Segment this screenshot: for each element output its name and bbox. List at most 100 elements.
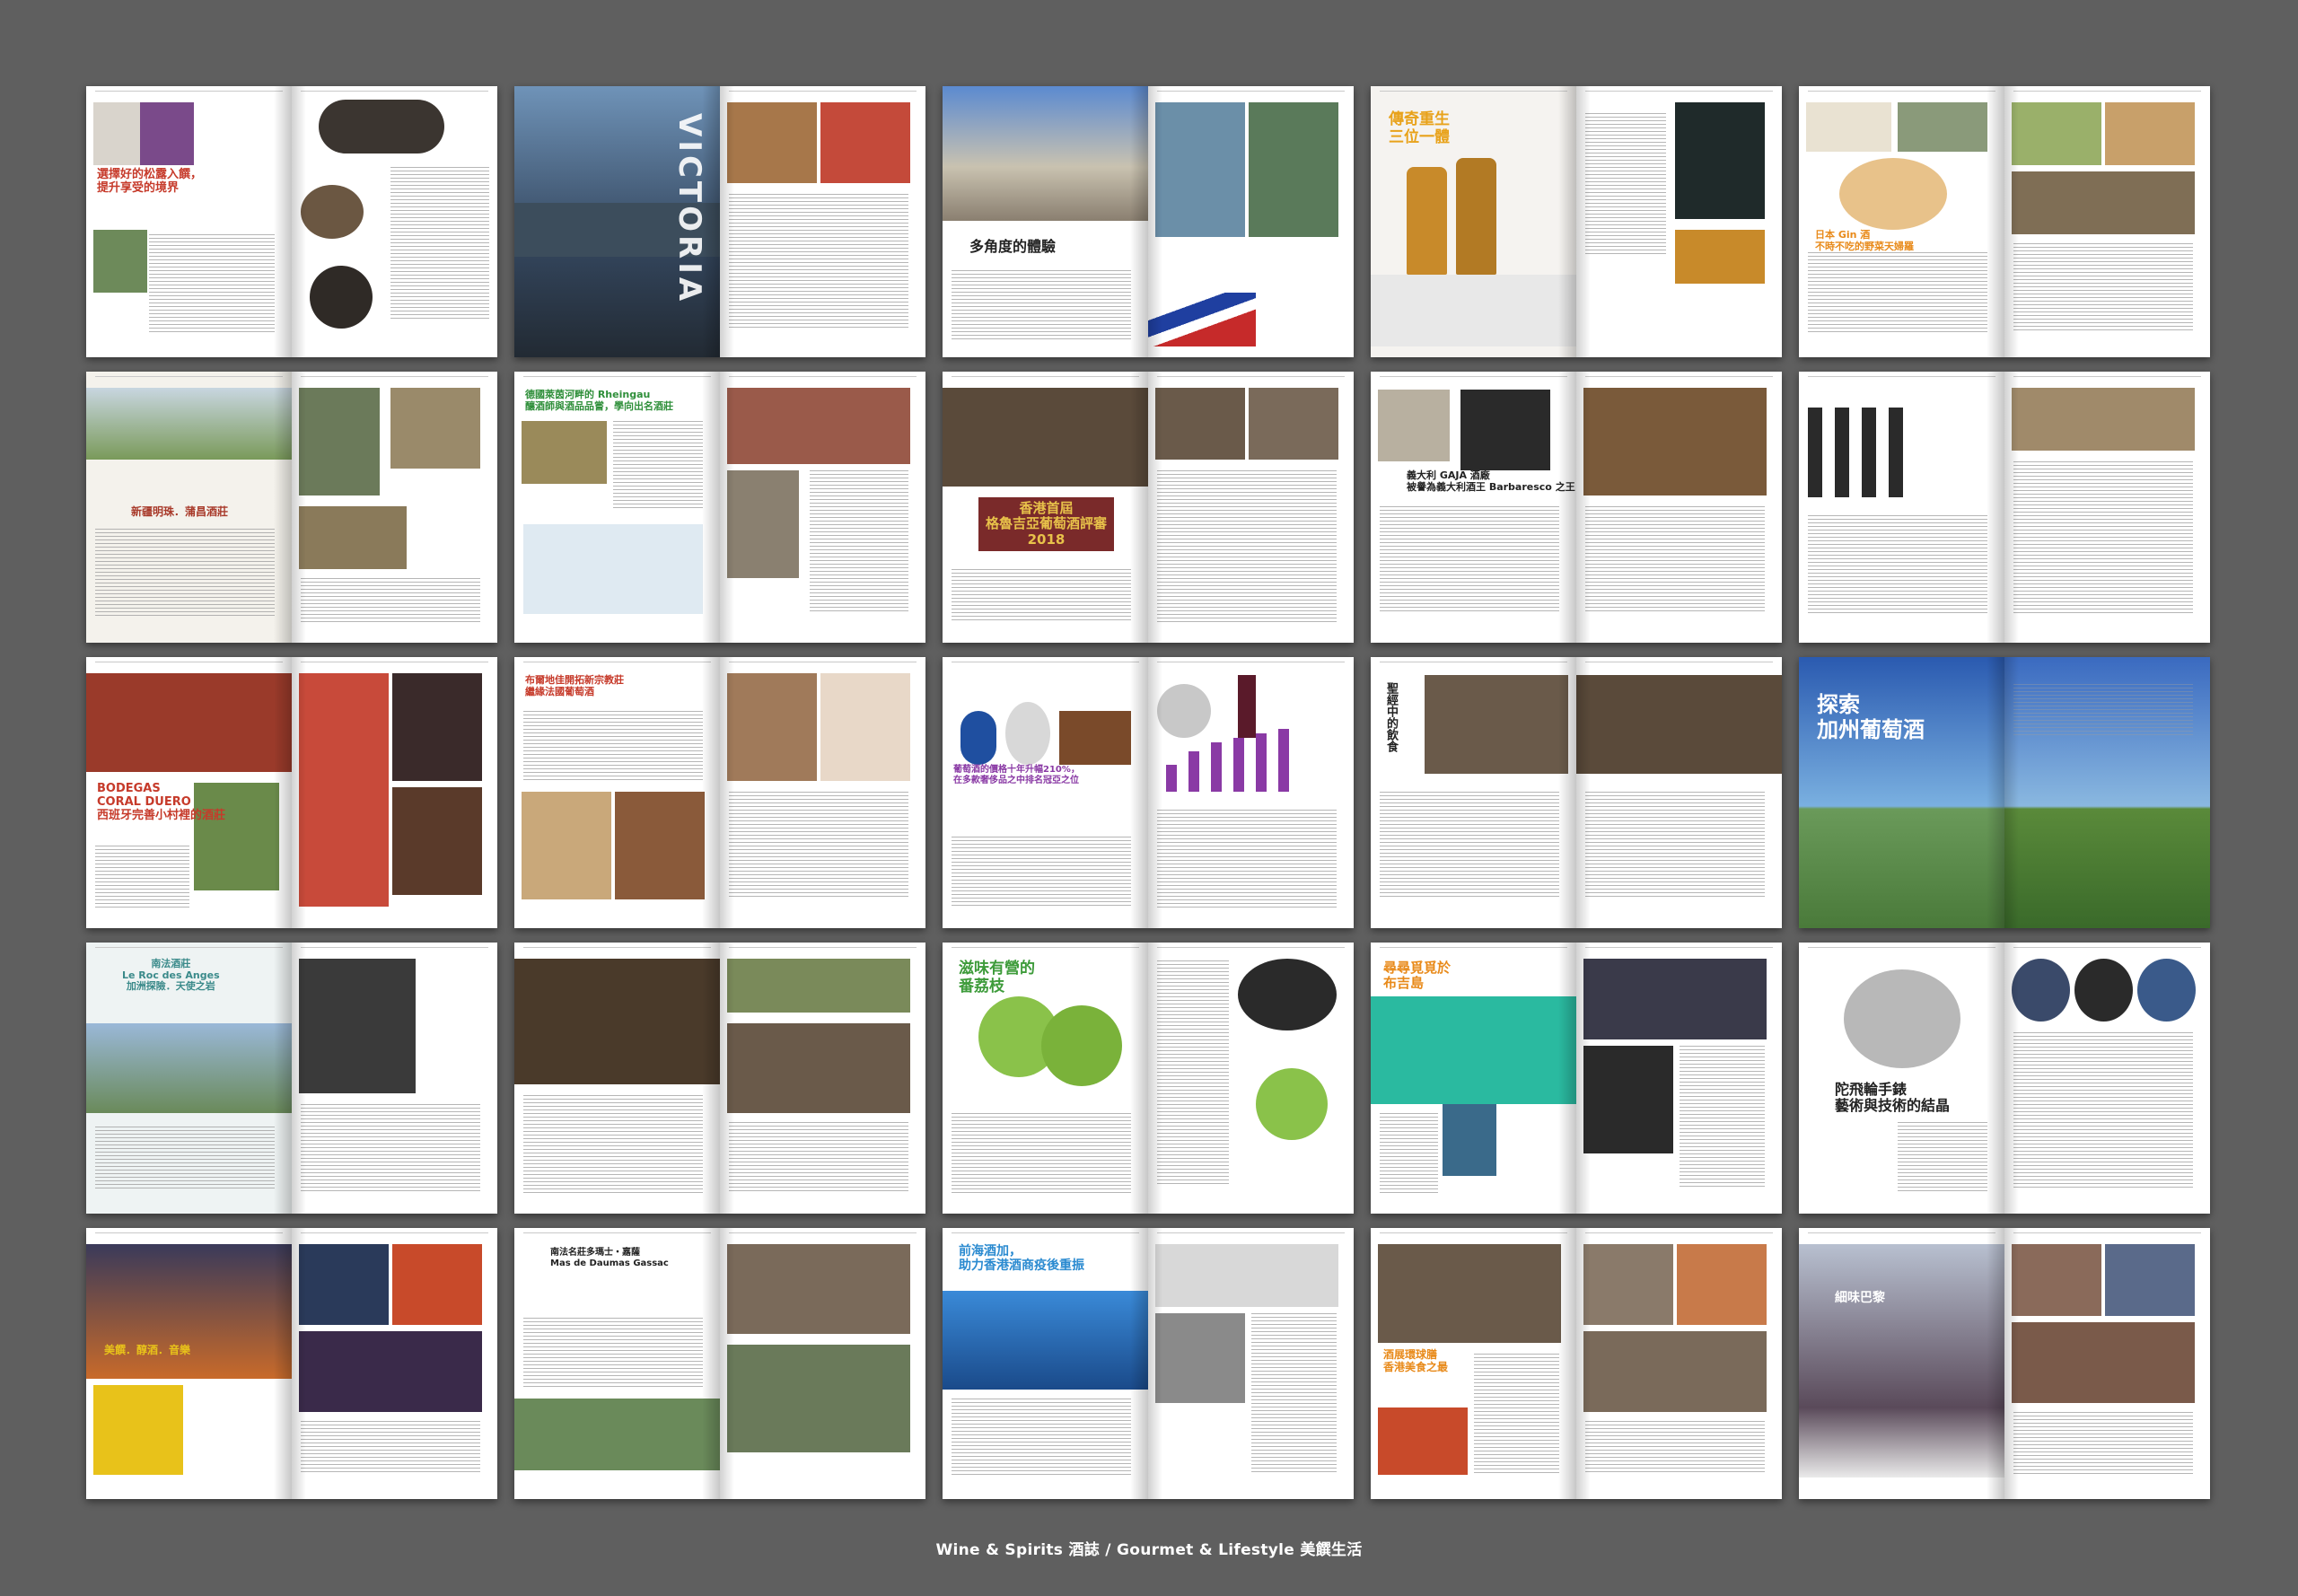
magazine-spread: 前海酒加， 助力香港酒商疫後重振 xyxy=(943,1228,1354,1499)
page-header-rule xyxy=(95,947,283,950)
page-photo xyxy=(1576,675,1782,774)
page-header-rule xyxy=(1585,91,1773,93)
page-header-rule xyxy=(2013,947,2201,950)
page-photo xyxy=(1378,1407,1468,1475)
article-body-text xyxy=(952,1399,1131,1475)
left-page: 細味巴黎 xyxy=(1799,1228,2004,1499)
magazine-spread: 美饌．醇酒．音樂 xyxy=(86,1228,497,1499)
page-photo xyxy=(727,673,817,781)
page-header-rule xyxy=(1380,947,1567,950)
page-photo xyxy=(299,506,407,569)
page-photo xyxy=(615,792,705,899)
page-photo xyxy=(2137,959,2196,1022)
article-headline: 探索 加州葡萄酒 xyxy=(1817,692,1925,742)
article-headline: VICTORIA xyxy=(671,113,708,305)
magazine-spread: 香港首屆 格魯吉亞葡萄酒評審 2018 xyxy=(943,372,1354,643)
article-body-text xyxy=(2013,243,2193,333)
right-page xyxy=(2004,86,2210,357)
article-body-text xyxy=(95,846,189,908)
article-body-text xyxy=(952,569,1131,623)
page-header-rule xyxy=(2013,376,2201,379)
page-header-rule xyxy=(1380,376,1567,379)
page-photo xyxy=(727,102,817,183)
left-page: 多角度的體驗 xyxy=(943,86,1148,357)
page-photo xyxy=(1059,711,1131,765)
page-photo xyxy=(2105,1244,2195,1316)
article-headline: 德國萊茵河畔的 Rheingau 釀酒師與酒品品嘗，學向出名酒莊 xyxy=(525,389,673,412)
page-header-rule xyxy=(952,947,1139,950)
article-body-text xyxy=(1474,1354,1559,1475)
article-headline: 多角度的體驗 xyxy=(969,238,1057,255)
article-headline: 義大利 GAJA 酒廠 被譽為義大利酒王 Barbaresco 之王 xyxy=(1407,469,1575,493)
right-page xyxy=(292,86,497,357)
page-photo xyxy=(1249,102,1338,237)
left-page: 聖經中的飲食 xyxy=(1371,657,1576,928)
page-photo xyxy=(1278,729,1289,792)
page-header-rule xyxy=(523,662,711,664)
right-page xyxy=(2004,657,2210,928)
page-header-rule xyxy=(1808,1232,1995,1235)
page-header-rule xyxy=(95,376,283,379)
left-page: 選擇好的松露入饌， 提升享受的境界 xyxy=(86,86,292,357)
page-photo xyxy=(1835,408,1849,497)
page-header-rule xyxy=(523,947,711,950)
magazine-spread: VICTORIA xyxy=(514,86,925,357)
magazine-spread: 多角度的體驗 xyxy=(943,86,1354,357)
page-photo xyxy=(1808,408,1822,497)
page-photo xyxy=(2012,1322,2195,1403)
article-body-text xyxy=(1157,960,1229,1185)
page-photo xyxy=(727,1244,910,1334)
magazine-spread: 南法酒莊 Le Roc des Anges 加洲探險．天使之岩 xyxy=(86,943,497,1214)
page-header-rule xyxy=(1585,947,1773,950)
article-body-text xyxy=(2013,1412,2193,1475)
left-page: 南法名莊多瑪士・嘉薩 Mas de Daumas Gassac xyxy=(514,1228,720,1499)
page-photo xyxy=(299,673,389,907)
page-header-rule xyxy=(1585,1232,1773,1235)
page-header-rule xyxy=(952,662,1139,664)
page-photo xyxy=(86,673,292,772)
magazine-spread: BODEGAS CORAL DUERO 西班牙完善小村裡的酒莊 xyxy=(86,657,497,928)
page-photo xyxy=(522,792,611,899)
page-photo xyxy=(1460,390,1550,470)
page-photo xyxy=(943,1291,1148,1390)
article-headline: 布爾地佳開拓新宗教莊 繼緣法國葡萄酒 xyxy=(525,674,624,697)
page-photo xyxy=(299,959,416,1093)
article-body-text xyxy=(1808,252,1987,333)
right-page xyxy=(2004,943,2210,1214)
right-page xyxy=(1576,943,1782,1214)
article-headline: 滋味有營的 番荔枝 xyxy=(959,960,1035,995)
left-page xyxy=(514,943,720,1214)
article-body-text xyxy=(1251,1313,1337,1475)
page-header-rule xyxy=(1380,91,1567,93)
right-page xyxy=(1148,1228,1354,1499)
article-body-text xyxy=(1680,1046,1765,1189)
article-headline: 美饌．醇酒．音樂 xyxy=(104,1344,191,1356)
page-photo xyxy=(1256,733,1267,792)
page-photo xyxy=(1155,388,1245,460)
left-page: 布爾地佳開拓新宗教莊 繼緣法國葡萄酒 xyxy=(514,657,720,928)
page-photo xyxy=(2012,1244,2101,1316)
magazine-spread: 德國萊茵河畔的 Rheingau 釀酒師與酒品品嘗，學向出名酒莊 xyxy=(514,372,925,643)
magazine-spread-grid: 選擇好的松露入饌， 提升享受的境界 VICTORIA 多角度的體驗 傳奇重生 三位一體… xyxy=(86,86,2212,1513)
right-page xyxy=(720,86,925,357)
page-photo xyxy=(820,102,910,183)
article-body-text xyxy=(523,711,703,783)
page-photo xyxy=(390,388,480,469)
page-photo xyxy=(1371,275,1576,346)
page-photo xyxy=(1898,102,1987,152)
page-photo xyxy=(1844,969,1960,1068)
right-page xyxy=(292,943,497,1214)
right-page xyxy=(1148,943,1354,1214)
page-photo xyxy=(1005,702,1050,765)
right-page xyxy=(292,657,497,928)
page-header-rule xyxy=(95,662,283,664)
page-photo xyxy=(319,100,444,153)
page-header-rule xyxy=(1157,376,1345,379)
article-body-text xyxy=(1585,506,1765,614)
page-photo xyxy=(1675,230,1765,284)
page-header-rule xyxy=(1585,376,1773,379)
magazine-spread xyxy=(514,943,925,1214)
left-page: 陀飛輪手錶 藝術與技術的結晶 xyxy=(1799,943,2004,1214)
article-body-text xyxy=(301,578,480,623)
article-body-text xyxy=(1585,113,1666,257)
